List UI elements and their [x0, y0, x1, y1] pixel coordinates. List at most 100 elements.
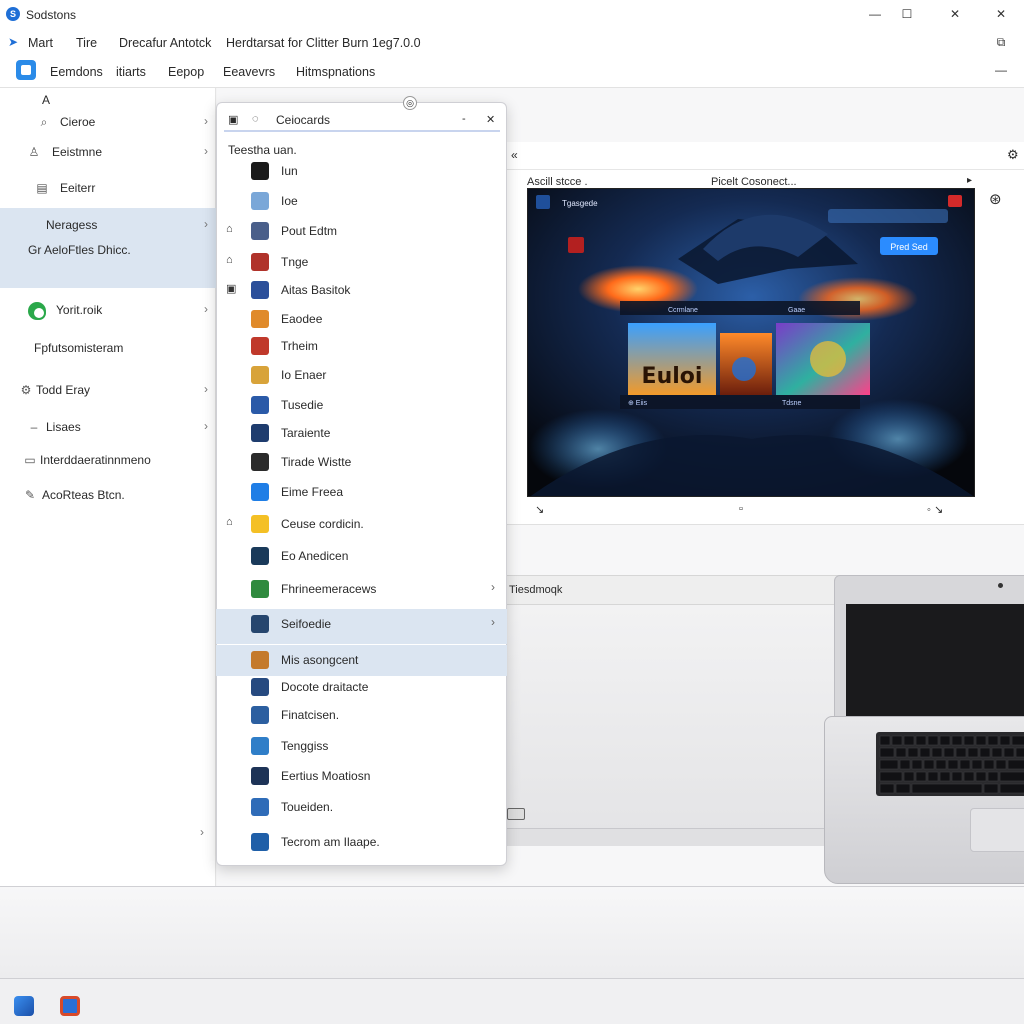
sidebar-item[interactable]: ▭ Interddaeratinnmeno — [0, 450, 216, 472]
chevron-right-icon: › — [204, 382, 208, 396]
settings-icon[interactable]: ⚙ — [1007, 147, 1019, 163]
menu-item[interactable]: Tire — [76, 36, 97, 50]
sidebar-item-label: Interddaeratinnmeno — [40, 453, 151, 467]
dropdown-item[interactable]: Eertius Moatiosn — [216, 761, 507, 789]
item-thumbnail-icon — [251, 737, 269, 755]
dropdown-item[interactable]: Eime Freea — [216, 477, 507, 505]
sidebar-item[interactable]: ▤ Eeiterr — [0, 178, 216, 200]
dropdown-item[interactable]: Eaodee — [216, 304, 507, 332]
app-tab-icon — [16, 60, 36, 80]
chevron-right-icon: › — [204, 144, 208, 158]
preview-menu-icon[interactable]: ▸ — [967, 175, 972, 186]
tab-item[interactable]: Hitmspnations — [296, 65, 375, 79]
minimize-icon[interactable]: — — [990, 60, 1012, 80]
item-thumbnail-icon — [251, 424, 269, 442]
sidebar-item-label: Eeistmne — [52, 145, 103, 159]
dropdown-item-label: Fhrineemeracews — [281, 582, 377, 596]
dropdown-item[interactable]: ⌂ Tnge — [216, 247, 507, 275]
dropdown-item-label: Tenggiss — [281, 739, 329, 753]
chevron-right-icon: › — [204, 302, 208, 316]
game-play-button: Pred Sed — [890, 242, 928, 252]
dropdown-item-label: Eertius Moatiosn — [281, 769, 371, 783]
item-thumbnail-icon — [251, 651, 269, 669]
dropdown-item-label: Seifoedie — [281, 617, 332, 631]
menu-item[interactable]: Herdtarsat for Clitter Burn 1eg7.0.0 — [226, 36, 421, 50]
dropdown-item-label: Aitas Basitok — [281, 283, 351, 297]
dropdown-item-label: Trheim — [281, 339, 318, 353]
restore-icon[interactable]: ⧉ — [990, 32, 1012, 52]
dropdown-item[interactable]: Fhrineemeracews › — [216, 574, 507, 602]
tab-item[interactable]: Eeavevrs — [223, 65, 275, 79]
gear-icon: ⚙ — [20, 383, 32, 397]
dropdown-item[interactable]: Tusedie — [216, 390, 507, 418]
dropdown-item[interactable]: Tenggiss — [216, 731, 507, 759]
tab-item[interactable]: Eemdons — [50, 65, 103, 79]
item-thumbnail-icon — [251, 483, 269, 501]
maximize-button[interactable]: ☐ — [896, 4, 918, 24]
dropdown-item[interactable]: Finatcisen. — [216, 700, 507, 728]
dropdown-item-label: Ioe — [281, 194, 298, 208]
taskbar-app-icon[interactable] — [60, 996, 80, 1016]
dropdown-item[interactable]: Toueiden. — [216, 792, 507, 820]
window-footer — [0, 886, 1024, 978]
sidebar-item[interactable]: ✎ AcoRteas Btcn. — [0, 485, 216, 507]
dropdown-item[interactable]: Eo Anedicen — [216, 541, 507, 569]
dropdown-item[interactable]: Seifoedie › — [216, 609, 507, 644]
dropdown-item[interactable]: Ioe — [216, 186, 507, 214]
game-footer-left: ⊕ Eiis — [628, 400, 648, 407]
dropdown-search[interactable]: ▣ ◌ Ceiocards - ✕ — [224, 108, 500, 132]
item-thumbnail-icon — [251, 833, 269, 851]
frame-icon[interactable]: ▫ — [739, 503, 743, 515]
footer-controls[interactable]: ◦ ↘ — [927, 503, 943, 516]
dropdown-item[interactable]: Taraiente — [216, 418, 507, 446]
collapse-icon[interactable]: « — [511, 148, 518, 162]
content-toolbar: « ⚙ — [507, 142, 1024, 170]
sidebar-item[interactable]: ♙ Eeistmne › — [0, 142, 216, 164]
menu-item[interactable]: Mart — [28, 36, 53, 50]
item-thumbnail-icon — [251, 615, 269, 633]
sidebar-item-label: Eeiterr — [60, 181, 96, 195]
sidebar-item-selected[interactable]: Neragess › — [0, 215, 216, 237]
minimize-button[interactable]: — — [864, 4, 886, 24]
preview-right-label: Picelt Cosonect... — [711, 176, 797, 188]
sidebar-item[interactable]: Fpfutsomisteram — [0, 338, 216, 360]
expand-icon[interactable]: ↘ — [535, 503, 544, 516]
menu-item[interactable]: Drecafur Antotck — [119, 36, 211, 50]
dropdown-item[interactable]: Iun — [216, 156, 507, 184]
dropdown-item[interactable]: ▣ Aitas Basitok — [216, 275, 507, 303]
sidebar-item[interactable]: ⚙ Todd Eray › — [0, 380, 216, 402]
item-marker-icon: ⌂ — [226, 516, 233, 528]
dropdown-item[interactable]: Tirade Wistte — [216, 447, 507, 475]
game-tile-label: Gaae — [788, 307, 805, 314]
dropdown-item-label: Tirade Wistte — [281, 455, 352, 469]
close-button[interactable]: ✕ — [944, 4, 966, 24]
title-bar: S Sodstons — ☐ ✕ ✕ — [0, 0, 1024, 30]
target-icon[interactable]: ⊛ — [989, 190, 1002, 208]
dropdown-item-label: Io Enaer — [281, 368, 327, 382]
close-icon[interactable]: ✕ — [990, 4, 1012, 24]
dropdown-item-label: Pout Edtm — [281, 224, 338, 238]
dropdown-item-label: Finatcisen. — [281, 708, 340, 722]
sidebar-subitem[interactable]: Gr AeloFtles Dhicc. — [0, 240, 216, 262]
sidebar-item[interactable]: – Lisaes › — [0, 417, 216, 439]
clear-icon[interactable]: ✕ — [486, 113, 495, 126]
sidebar-expand[interactable]: › — [0, 822, 216, 844]
dropdown-item[interactable]: ⌂ Ceuse cordicin. — [216, 509, 507, 537]
dropdown-item[interactable]: ⌂ Pout Edtm — [216, 216, 507, 244]
sidebar-item[interactable]: Yorit.roik › — [0, 300, 216, 322]
taskbar-app-icon[interactable] — [14, 996, 34, 1016]
sidebar-item[interactable]: ⌕ Cieroe › — [0, 112, 216, 134]
item-thumbnail-icon — [251, 253, 269, 271]
taskbar — [0, 978, 1024, 1024]
dropdown-search-input[interactable]: Ceiocards — [276, 113, 330, 127]
game-tile-label: Ccrmlane — [668, 307, 698, 314]
dropdown-item[interactable]: Trheim — [216, 331, 507, 359]
tab-item[interactable]: itiarts — [116, 65, 146, 79]
dropdown-item[interactable]: Docote draitacte — [216, 672, 507, 700]
item-thumbnail-icon — [251, 222, 269, 240]
dropdown-item[interactable]: Io Enaer — [216, 360, 507, 388]
dropdown-item[interactable]: Tecrom am Ilaape. — [216, 827, 507, 865]
sidebar-item-label: Todd Eray — [36, 383, 91, 397]
sort-icon[interactable]: - — [462, 113, 466, 125]
tab-item[interactable]: Eepop — [168, 65, 204, 79]
